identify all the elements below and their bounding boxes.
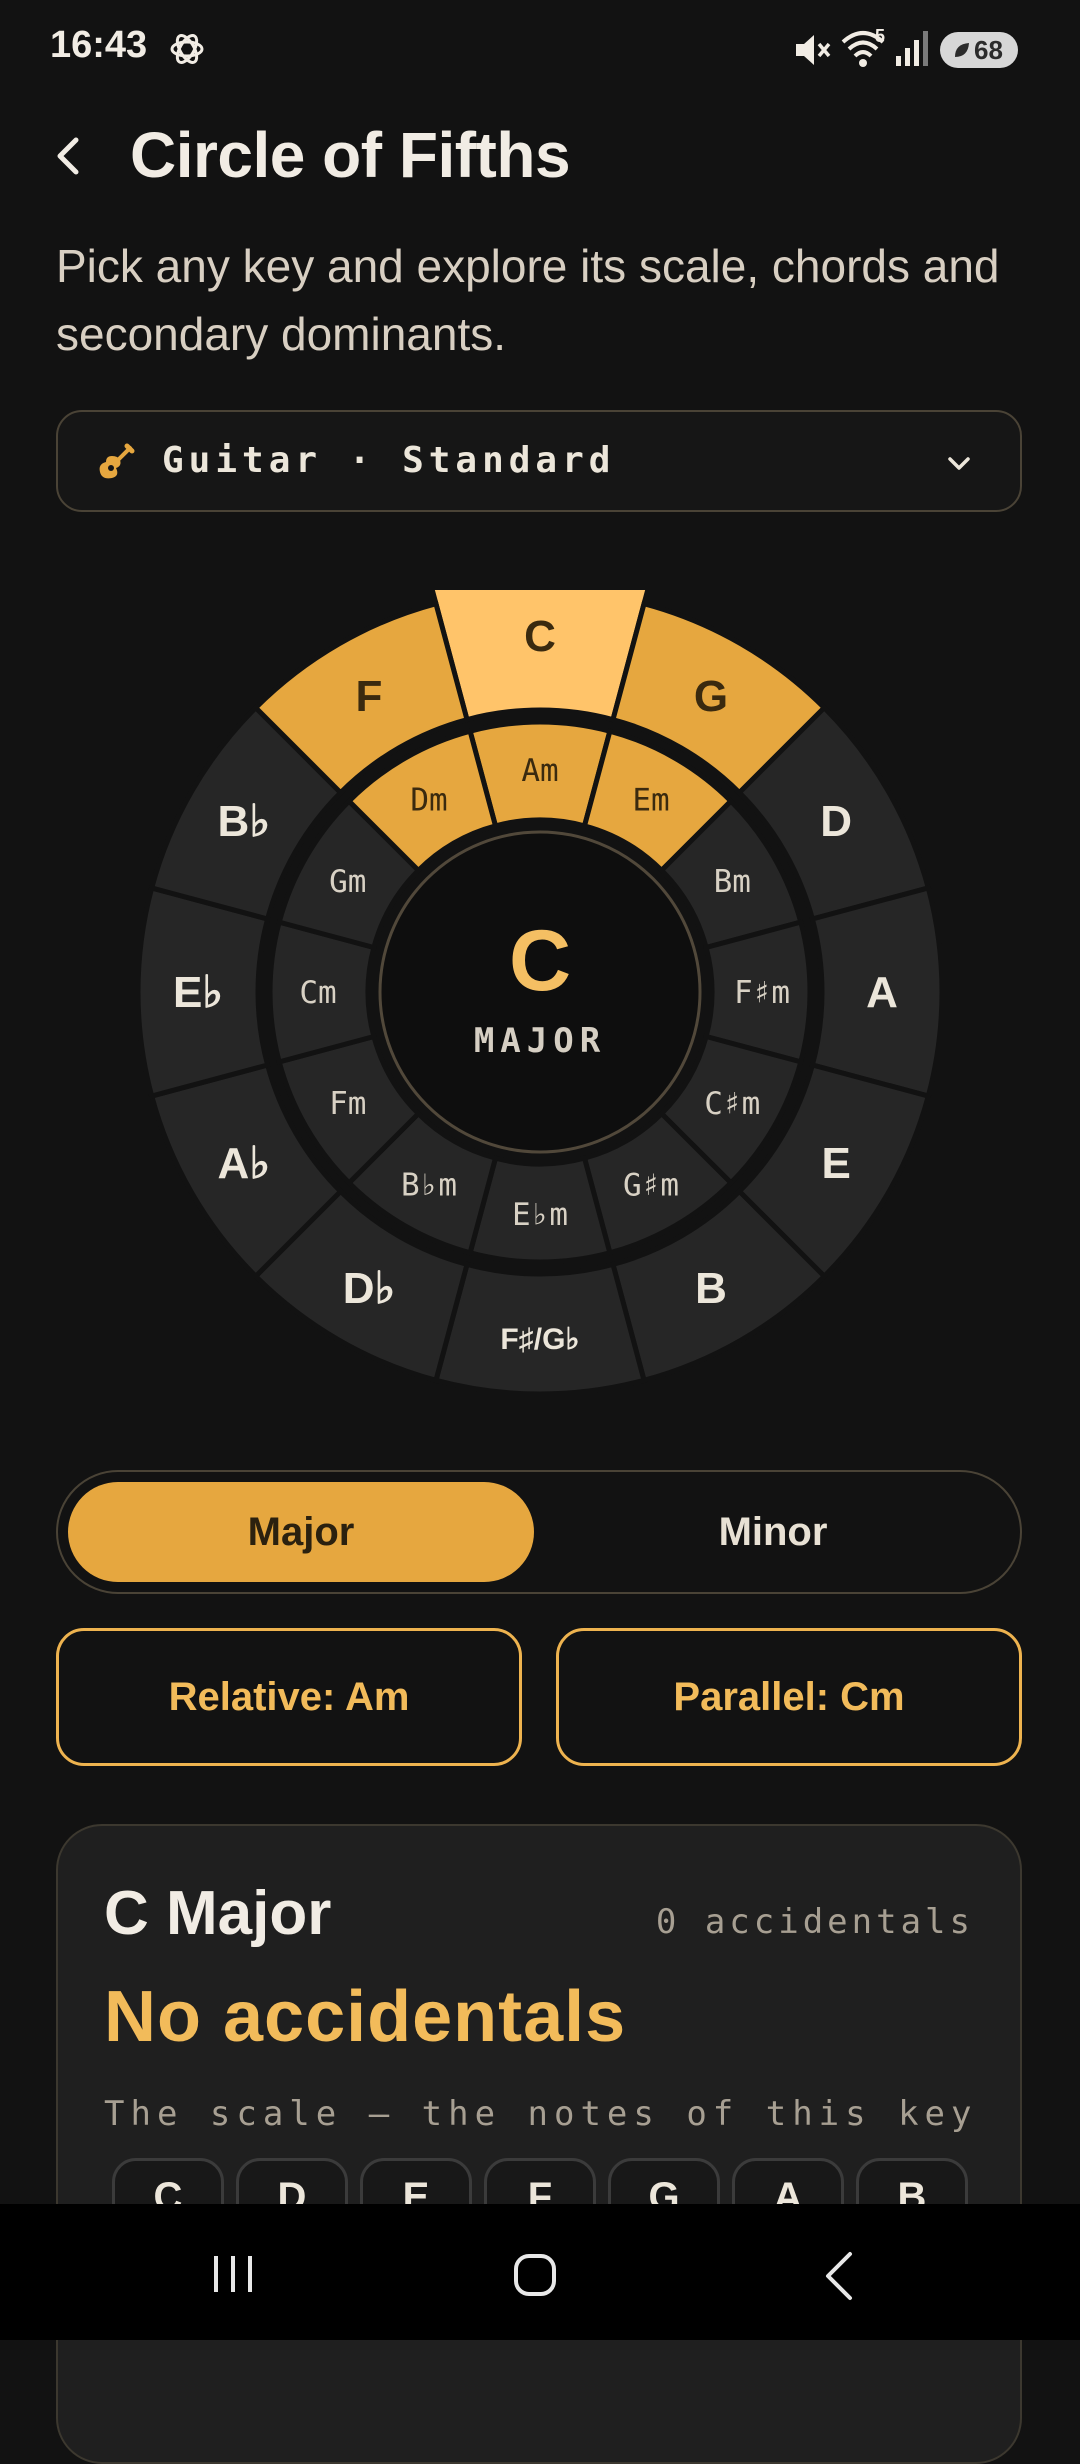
instrument-label: Guitar · Standard bbox=[162, 440, 616, 481]
minor-key-label: Gm bbox=[329, 864, 366, 900]
center-mode: MAJOR bbox=[474, 1021, 606, 1061]
signal-icon bbox=[896, 31, 928, 66]
major-key-label: D bbox=[820, 797, 852, 846]
major-tab[interactable]: Major bbox=[68, 1482, 534, 1582]
accidentals-count: 0 accidentals bbox=[655, 1902, 974, 1942]
minor-key-label: Em bbox=[632, 783, 669, 819]
major-key-label: A bbox=[866, 968, 898, 1017]
battery-icon: 68 bbox=[940, 32, 1018, 68]
accidentals-headline: No accidentals bbox=[104, 1977, 627, 2057]
major-key-label: F bbox=[356, 672, 383, 721]
minor-key-label: Am bbox=[521, 753, 558, 789]
app-status-icon bbox=[170, 34, 204, 64]
minor-key-label: Fm bbox=[329, 1086, 366, 1122]
nav-back-icon[interactable] bbox=[822, 2250, 856, 2302]
major-key-label: F♯/G♭ bbox=[500, 1323, 579, 1356]
minor-key-label: Dm bbox=[410, 783, 447, 819]
minor-key-label: E♭m bbox=[512, 1197, 568, 1233]
major-key-label: D♭ bbox=[343, 1264, 396, 1313]
back-button[interactable] bbox=[48, 126, 92, 186]
relative-key-button[interactable]: Relative: Am bbox=[56, 1628, 522, 1766]
home-icon[interactable] bbox=[512, 2252, 558, 2298]
page-title: Circle of Fifths bbox=[130, 119, 571, 191]
system-nav-bar bbox=[0, 2204, 1080, 2340]
minor-key-label: Cm bbox=[299, 975, 336, 1011]
minor-tab[interactable]: Minor bbox=[538, 1482, 1008, 1582]
status-bar: 16:43 5 68 bbox=[0, 0, 1080, 100]
minor-key-label: C♯m bbox=[704, 1086, 760, 1122]
status-time: 16:43 bbox=[50, 24, 148, 66]
major-key-label: A♭ bbox=[218, 1139, 271, 1188]
center-key: C bbox=[509, 913, 571, 1009]
major-key-label: G bbox=[694, 672, 728, 721]
mode-toggle: Major Minor bbox=[56, 1470, 1022, 1594]
major-key-label: C bbox=[524, 612, 556, 661]
key-card: C Major 0 accidentals No accidentals The… bbox=[56, 1824, 1022, 2464]
minor-key-label: Bm bbox=[714, 864, 751, 900]
major-key-label: E♭ bbox=[173, 968, 223, 1017]
minor-key-label: F♯m bbox=[734, 975, 790, 1011]
mute-icon bbox=[796, 35, 831, 65]
key-name: C Major bbox=[104, 1879, 332, 1948]
minor-key-label: G♯m bbox=[623, 1167, 679, 1203]
recents-icon[interactable] bbox=[210, 2252, 256, 2296]
major-key-label: E bbox=[822, 1139, 851, 1188]
battery-level: 68 bbox=[974, 35, 1003, 65]
parallel-key-button[interactable]: Parallel: Cm bbox=[556, 1628, 1022, 1766]
major-key-label: B♭ bbox=[218, 797, 271, 846]
page-subtitle: Pick any key and explore its scale, chor… bbox=[56, 240, 1000, 360]
guitar-icon bbox=[99, 443, 135, 479]
instrument-select[interactable]: Guitar · Standard bbox=[56, 410, 1022, 512]
minor-key-label: B♭m bbox=[401, 1167, 457, 1203]
chevron-down-icon bbox=[948, 457, 970, 470]
scale-caption: The scale — the notes of this key bbox=[104, 2094, 978, 2134]
battery-leaf-icon bbox=[955, 43, 969, 57]
wifi-badge: 5 bbox=[875, 26, 886, 46]
circle-of-fifths[interactable]: C Am G Em D Bm A F♯m E C♯m B G♯m F♯/G♭ E♭m D♭ B♭m A♭ Fm E♭… bbox=[138, 590, 942, 1394]
major-key-label: B bbox=[695, 1264, 727, 1313]
